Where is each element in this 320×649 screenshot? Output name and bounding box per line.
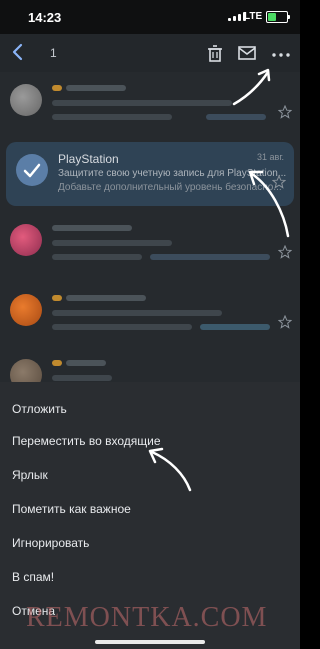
- network-type: LTE: [244, 11, 263, 22]
- snooze-option[interactable]: Отложить: [12, 402, 67, 416]
- screen: 14:23 LTE 1 PlayStation 31 авг. Защитите…: [0, 0, 300, 649]
- email-sender: PlayStation: [58, 152, 119, 166]
- status-bar: 14:23 LTE: [0, 0, 300, 34]
- avatar: [10, 294, 42, 326]
- annotation-arrow-icon: [148, 447, 192, 492]
- delete-icon[interactable]: [204, 42, 226, 64]
- annotation-arrow-icon: [232, 68, 271, 106]
- annotation-arrow-icon: [248, 170, 290, 238]
- avatar: [10, 84, 42, 116]
- mark-important-option[interactable]: Пометить как важное: [12, 502, 131, 516]
- home-indicator[interactable]: [95, 640, 205, 644]
- ignore-option[interactable]: Игнорировать: [12, 536, 89, 550]
- label-option[interactable]: Ярлык: [12, 468, 48, 482]
- spam-option[interactable]: В спам!: [12, 570, 54, 584]
- back-icon[interactable]: [8, 42, 28, 62]
- star-icon[interactable]: [278, 315, 292, 329]
- battery-icon: [266, 11, 290, 23]
- selected-avatar: [16, 154, 48, 186]
- list-item[interactable]: [0, 282, 300, 346]
- star-icon[interactable]: [278, 245, 292, 259]
- check-icon: [23, 163, 41, 178]
- status-time: 14:23: [28, 10, 62, 25]
- avatar: [10, 224, 42, 256]
- selected-count: 1: [50, 46, 57, 60]
- move-to-inbox-option[interactable]: Переместить во входящие: [12, 434, 161, 448]
- watermark-text: REMONTKA.COM: [26, 602, 268, 633]
